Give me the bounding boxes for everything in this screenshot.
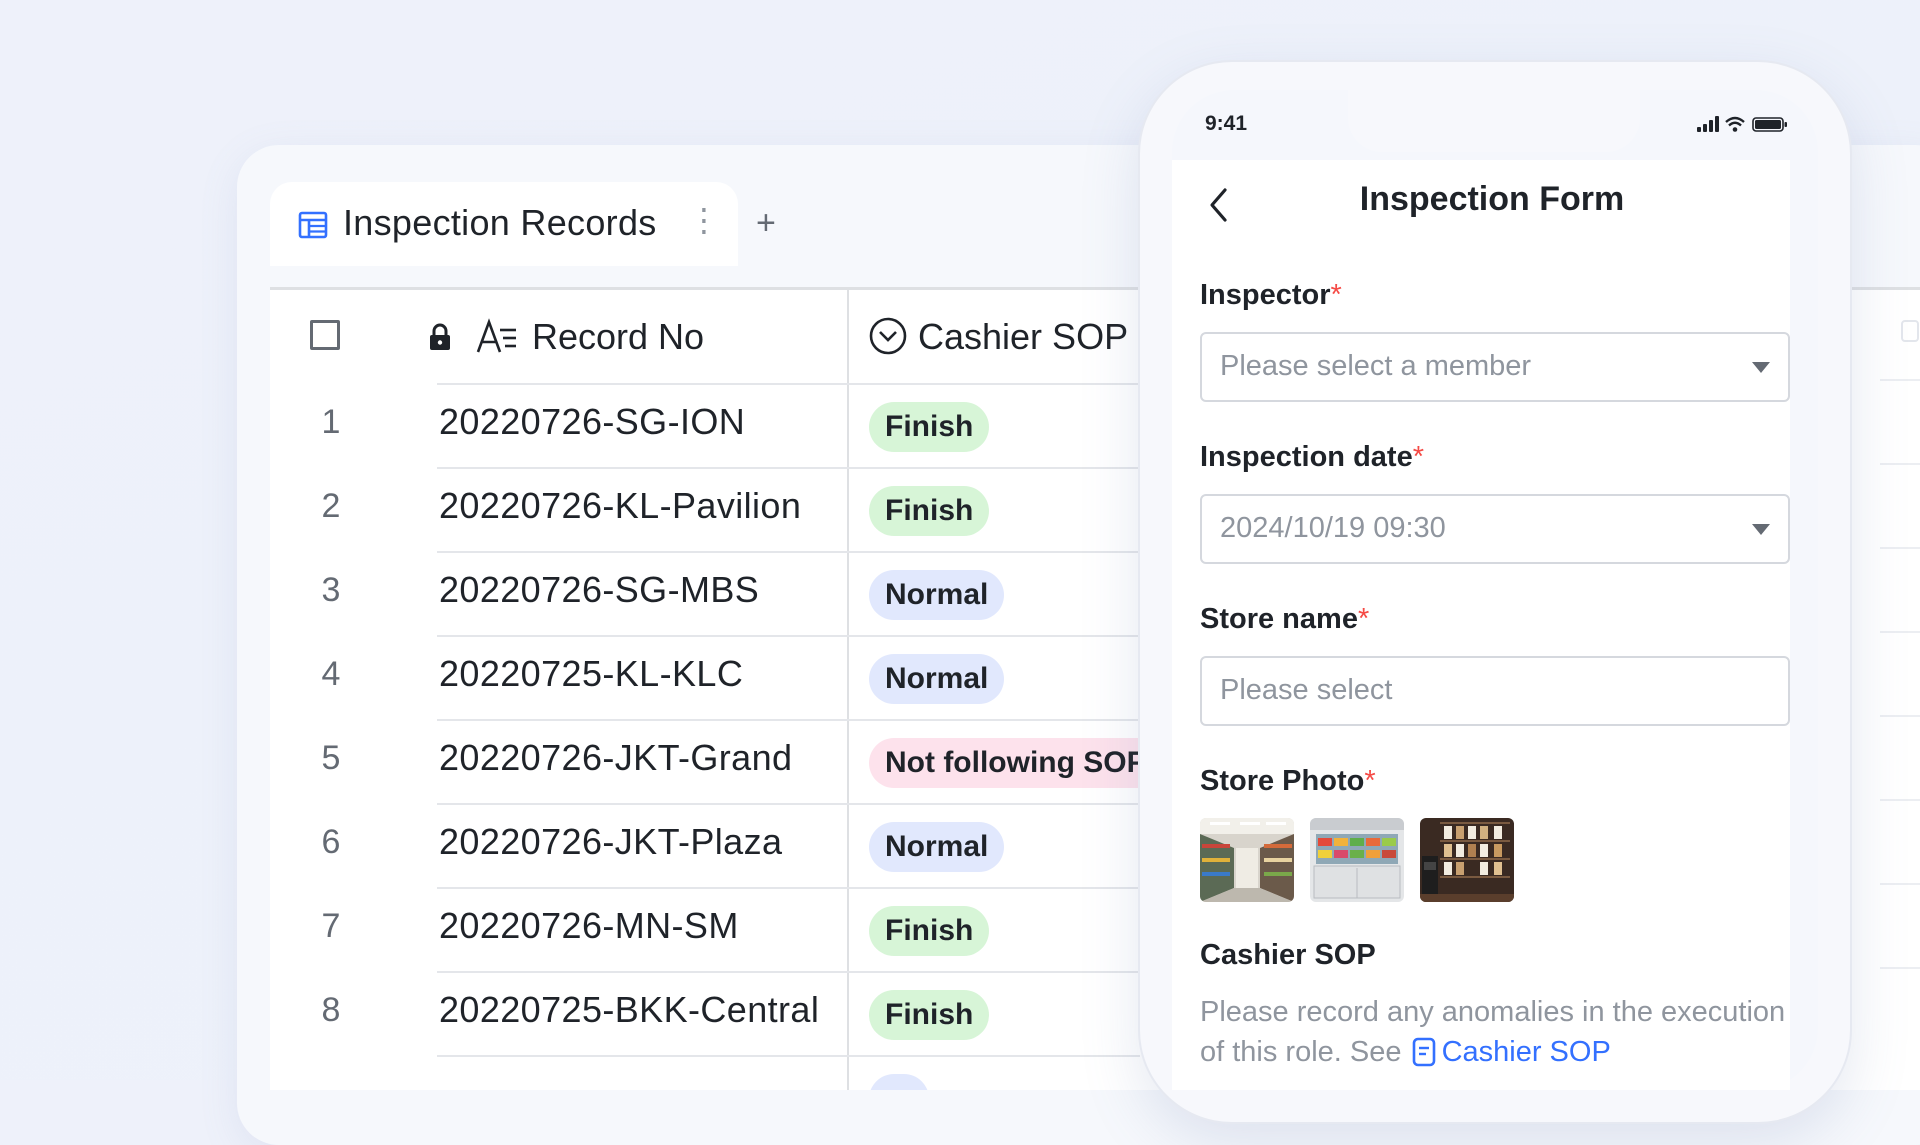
column-header-cashier-sop[interactable]: Cashier SOP bbox=[918, 316, 1128, 358]
store-photo-label: Store Photo* bbox=[1200, 765, 1376, 797]
grid-visible-columns: Record No Cashier SOP 1 20220726-SG-ION … bbox=[270, 290, 1140, 1090]
required-asterisk: * bbox=[1364, 765, 1376, 797]
store-name-select[interactable]: Please select bbox=[1200, 656, 1790, 726]
lock-icon bbox=[430, 323, 450, 350]
inspection-date-label: Inspection date* bbox=[1200, 441, 1424, 473]
tab-inspection-records[interactable]: Inspection Records ⋮ bbox=[270, 182, 738, 266]
row-divider bbox=[437, 719, 1140, 721]
cashier-sop-link[interactable]: Cashier SOP bbox=[1442, 1036, 1611, 1068]
row-divider bbox=[437, 467, 1140, 469]
cashier-sop-label: Cashier SOP bbox=[1200, 939, 1376, 971]
row-number: 3 bbox=[321, 571, 341, 609]
row-divider bbox=[437, 551, 1140, 553]
grid-table-icon bbox=[298, 211, 328, 239]
row-divider bbox=[437, 887, 1140, 889]
ghost-grid-edge bbox=[1880, 320, 1920, 969]
tab-label: Inspection Records bbox=[343, 202, 657, 243]
store-photo-thumbnail[interactable] bbox=[1200, 818, 1294, 902]
status-badge[interactable]: Not following SOP bbox=[869, 738, 1140, 788]
status-badge[interactable]: Normal bbox=[869, 822, 1005, 872]
status-bar-icons bbox=[1697, 116, 1787, 132]
record-no-cell[interactable]: 20220726-SG-ION bbox=[439, 401, 745, 443]
add-tab-button[interactable]: + bbox=[756, 206, 776, 240]
status-badge[interactable]: Normal bbox=[869, 570, 1005, 620]
inspector-placeholder: Please select a member bbox=[1220, 350, 1532, 382]
cashier-sop-description: Please record any anomalies in the execu… bbox=[1200, 992, 1800, 1072]
row-number: 2 bbox=[321, 487, 341, 525]
row-number: 5 bbox=[321, 739, 341, 777]
store-photo-thumbnail[interactable] bbox=[1420, 818, 1514, 902]
inspector-select[interactable]: Please select a member bbox=[1200, 332, 1790, 402]
status-badge[interactable]: Normal bbox=[869, 654, 1005, 704]
record-no-cell[interactable]: 20220726-JKT-Grand bbox=[439, 737, 792, 779]
record-no-cell[interactable]: 20220726-MN-SM bbox=[439, 905, 739, 947]
status-time: 9:41 bbox=[1205, 112, 1248, 135]
record-no-cell[interactable]: 20220725-KL-KLC bbox=[439, 653, 743, 695]
status-badge[interactable]: Finish bbox=[869, 402, 990, 452]
row-divider bbox=[437, 1055, 1140, 1057]
status-badge[interactable]: Finish bbox=[869, 906, 990, 956]
store-name-placeholder: Please select bbox=[1220, 674, 1393, 706]
row-number: 1 bbox=[321, 403, 341, 441]
more-vertical-icon[interactable]: ⋮ bbox=[688, 204, 720, 236]
row-number: 7 bbox=[321, 907, 341, 945]
record-no-cell[interactable]: 20220726-SG-MBS bbox=[439, 569, 759, 611]
inspection-date-value: 2024/10/19 09:30 bbox=[1220, 512, 1446, 544]
record-no-cell[interactable]: 20220725-BKK-Central bbox=[439, 989, 819, 1031]
select-all-checkbox[interactable] bbox=[310, 320, 340, 350]
document-icon bbox=[1412, 1037, 1435, 1067]
row-number: 6 bbox=[321, 823, 341, 861]
text-field-icon bbox=[476, 318, 516, 353]
status-badge-partial bbox=[869, 1074, 929, 1090]
row-divider bbox=[437, 635, 1140, 637]
required-asterisk: * bbox=[1412, 441, 1424, 473]
dropdown-caret-icon bbox=[1752, 524, 1770, 535]
inspection-date-picker[interactable]: 2024/10/19 09:30 bbox=[1200, 494, 1790, 564]
dropdown-caret-icon bbox=[1752, 362, 1770, 373]
single-select-icon bbox=[869, 317, 907, 355]
row-divider bbox=[437, 383, 1140, 385]
column-header-record-no[interactable]: Record No bbox=[532, 316, 704, 358]
row-number: 4 bbox=[321, 655, 341, 693]
record-no-cell[interactable]: 20220726-JKT-Plaza bbox=[439, 821, 782, 863]
phone-notch bbox=[1348, 90, 1640, 152]
row-divider bbox=[437, 971, 1140, 973]
status-badge[interactable]: Finish bbox=[869, 990, 990, 1040]
status-badge[interactable]: Finish bbox=[869, 486, 990, 536]
store-name-label: Store name* bbox=[1200, 603, 1370, 635]
inspector-label: Inspector* bbox=[1200, 279, 1342, 311]
column-divider bbox=[847, 290, 849, 1090]
row-divider bbox=[437, 803, 1140, 805]
store-photo-thumbnail[interactable] bbox=[1310, 818, 1404, 902]
page-title: Inspection Form bbox=[1359, 180, 1625, 218]
required-asterisk: * bbox=[1330, 279, 1342, 311]
row-number: 8 bbox=[321, 991, 341, 1029]
record-no-cell[interactable]: 20220726-KL-Pavilion bbox=[439, 485, 801, 527]
required-asterisk: * bbox=[1357, 603, 1370, 635]
